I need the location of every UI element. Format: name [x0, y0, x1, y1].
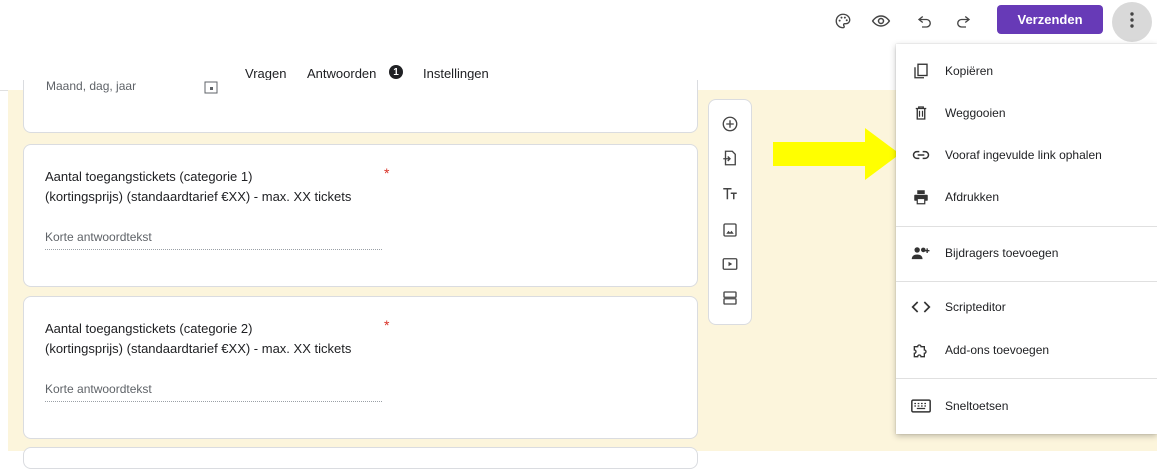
undo-icon[interactable] — [914, 10, 936, 32]
calendar-icon — [204, 80, 218, 99]
menu-item-label: Scripteditor — [945, 300, 1006, 314]
question-title-line1: Aantal toegangstickets (categorie 1) — [45, 169, 253, 184]
more-options-menu: Kopiëren Weggooien Vooraf ingevulde link… — [896, 44, 1157, 434]
add-video-icon[interactable] — [709, 252, 751, 276]
menu-item-print[interactable]: Afdrukken — [896, 177, 1157, 217]
menu-item-copy[interactable]: Kopiëren — [896, 51, 1157, 91]
menu-item-trash[interactable]: Weggooien — [896, 93, 1157, 133]
trash-icon — [910, 102, 932, 124]
eye-icon[interactable] — [870, 10, 892, 32]
add-section-icon[interactable] — [709, 286, 751, 310]
copy-icon — [910, 60, 932, 82]
required-asterisk: * — [384, 317, 390, 333]
menu-item-prefilled-link[interactable]: Vooraf ingevulde link ophalen — [896, 135, 1157, 175]
keyboard-icon — [910, 395, 932, 417]
menu-item-label: Add-ons toevoegen — [945, 343, 1050, 357]
menu-item-add-collaborators[interactable]: Bijdragers toevoegen — [896, 233, 1157, 273]
menu-item-label: Vooraf ingevulde link ophalen — [945, 148, 1102, 162]
link-icon — [910, 144, 932, 166]
more-vert-icon — [1130, 11, 1134, 33]
add-people-icon — [910, 242, 932, 264]
menu-item-add-ons[interactable]: Add-ons toevoegen — [896, 330, 1157, 370]
date-question-card[interactable]: Maand, dag, jaar — [23, 79, 698, 133]
add-title-icon[interactable] — [709, 182, 751, 206]
tab-vragen[interactable]: Vragen — [245, 66, 286, 81]
menu-item-shortcuts[interactable]: Sneltoetsen — [896, 386, 1157, 426]
annotation-arrow-icon — [773, 128, 900, 180]
palette-icon[interactable] — [832, 10, 854, 32]
question-card-3[interactable] — [23, 447, 698, 469]
question-title-line1: Aantal toegangstickets (categorie 2) — [45, 321, 253, 336]
menu-item-label: Afdrukken — [945, 190, 1000, 204]
short-answer-field[interactable]: Korte antwoordtekst — [45, 230, 382, 250]
menu-item-label: Weggooien — [945, 106, 1006, 120]
menu-item-label: Kopiëren — [945, 64, 994, 78]
question-title-line2: (kortingsprijs) (standaardtarief €XX) - … — [45, 189, 352, 204]
add-question-icon[interactable] — [709, 112, 751, 136]
tab-instellingen[interactable]: Instellingen — [423, 66, 489, 81]
required-asterisk: * — [384, 165, 390, 181]
add-image-icon[interactable] — [709, 218, 751, 242]
menu-item-script-editor[interactable]: Scripteditor — [896, 287, 1157, 327]
code-icon — [910, 296, 932, 318]
menu-item-label: Bijdragers toevoegen — [945, 246, 1059, 260]
date-placeholder: Maand, dag, jaar — [46, 79, 137, 93]
menu-divider — [896, 281, 1157, 282]
redo-icon[interactable] — [952, 10, 974, 32]
short-answer-field[interactable]: Korte antwoordtekst — [45, 382, 382, 402]
question-card-2[interactable]: Aantal toegangstickets (categorie 2) (ko… — [23, 296, 698, 439]
menu-divider — [896, 378, 1157, 379]
print-icon — [910, 186, 932, 208]
tab-antwoorden[interactable]: Antwoorden — [307, 66, 376, 81]
question-card-1[interactable]: Aantal toegangstickets (categorie 1) (ko… — [23, 144, 698, 287]
more-options-button[interactable] — [1112, 2, 1152, 42]
send-button[interactable]: Verzenden — [997, 5, 1103, 34]
menu-divider — [896, 226, 1157, 227]
menu-item-label: Sneltoetsen — [945, 399, 1009, 413]
import-questions-icon[interactable] — [709, 146, 751, 170]
floating-toolbar — [708, 99, 752, 325]
question-title-line2: (kortingsprijs) (standaardtarief €XX) - … — [45, 341, 352, 356]
responses-count-badge: 1 — [389, 65, 403, 79]
puzzle-icon — [910, 339, 932, 361]
